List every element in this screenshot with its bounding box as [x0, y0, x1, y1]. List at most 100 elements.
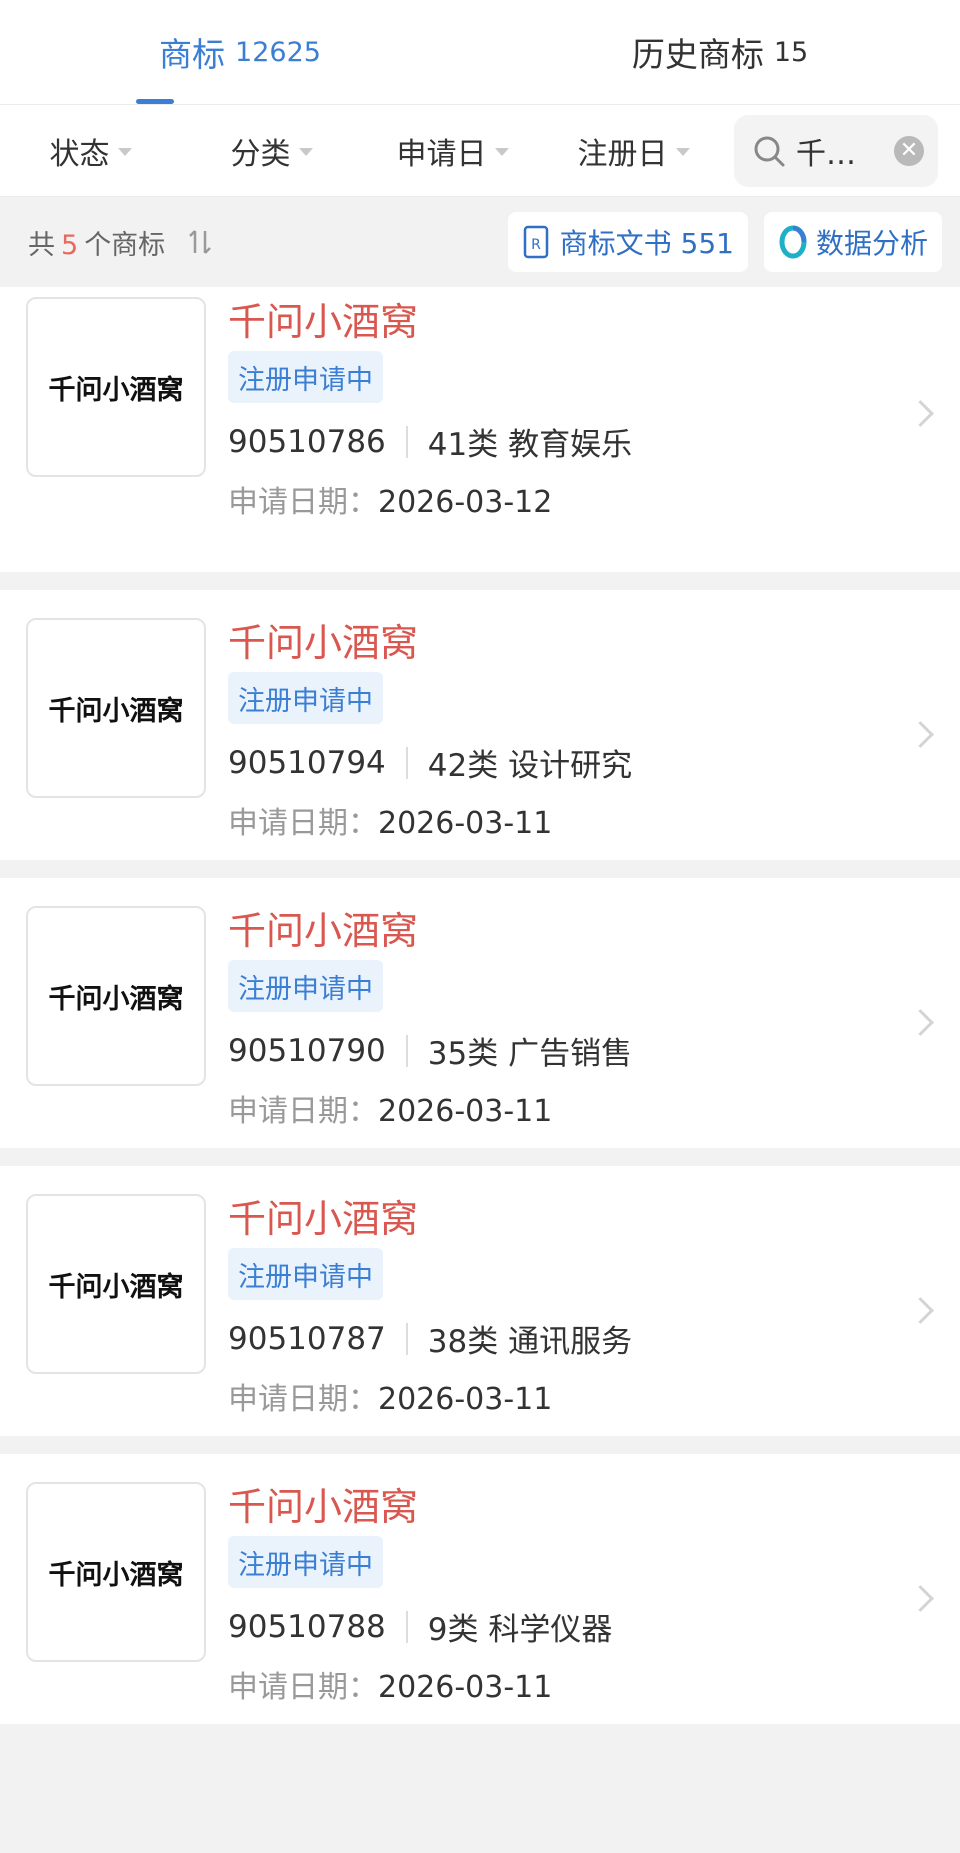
trademark-thumbnail: 千问小酒窝 [26, 297, 206, 477]
trademark-meta: 90510794 42类 设计研究 [228, 740, 632, 785]
svg-text:R: R [531, 237, 541, 253]
search-input[interactable]: 千… ✕ [734, 114, 938, 187]
date-label: 申请日期： [228, 806, 378, 841]
registration-number: 90510794 [228, 744, 386, 781]
chevron-right-icon [907, 1009, 934, 1036]
trademark-card[interactable]: 千问小酒窝 千问小酒窝 注册申请中 90510786 41类 教育娱乐 申请日期：2026… [0, 287, 960, 572]
trademark-name: 千问小酒窝 [228, 1485, 419, 1529]
caret-down-icon [298, 147, 313, 156]
result-count: 5 [61, 229, 79, 261]
tab-label: 商标 [159, 35, 226, 74]
chevron-right-icon [907, 721, 934, 748]
status-badge: 注册申请中 [228, 672, 383, 724]
trademark-meta: 90510790 35类 广告销售 [228, 1028, 632, 1073]
divider [405, 1322, 408, 1355]
caret-down-icon [494, 147, 509, 156]
trademark-meta: 90510788 9类 科学仪器 [228, 1604, 612, 1649]
registration-number: 90510790 [228, 1032, 386, 1069]
tab-label: 历史商标 [631, 35, 764, 74]
tab-trademarks[interactable]: 商标 12625 [0, 0, 480, 104]
date-label: 申请日期： [228, 485, 378, 520]
registration-number: 90510788 [228, 1608, 386, 1645]
status-badge: 注册申请中 [228, 960, 383, 1012]
trademark-class: 42类 设计研究 [427, 748, 633, 784]
analysis-icon [779, 225, 807, 259]
trademark-card[interactable]: 千问小酒窝 千问小酒窝 注册申请中 90510787 38类 通讯服务 申请日期：2026… [0, 1166, 960, 1436]
date-value: 2026-03-11 [378, 1094, 553, 1129]
date-value: 2026-03-11 [378, 806, 553, 841]
trademark-class: 41类 教育娱乐 [427, 427, 633, 463]
status-badge: 注册申请中 [228, 1248, 383, 1300]
active-tab-indicator [136, 99, 174, 104]
application-date: 申请日期：2026-03-11 [228, 1374, 552, 1418]
summary-suffix: 个商标 [84, 229, 166, 261]
chevron-right-icon [907, 1585, 934, 1612]
application-date: 申请日期：2026-03-12 [228, 477, 552, 521]
filter-label: 注册日 [577, 136, 668, 172]
chevron-right-icon [907, 400, 934, 427]
status-badge: 注册申请中 [228, 1536, 383, 1588]
filter-status[interactable]: 状态 [0, 129, 181, 173]
registration-number: 90510787 [228, 1320, 386, 1357]
caret-down-icon [675, 147, 690, 156]
search-icon [754, 136, 785, 166]
divider [405, 1034, 408, 1067]
thumbnail-text: 千问小酒窝 [48, 983, 184, 1015]
application-date: 申请日期：2026-03-11 [228, 1662, 552, 1706]
chevron-right-icon [907, 1297, 934, 1324]
search-value: 千… [796, 136, 856, 172]
thumbnail-text: 千问小酒窝 [48, 695, 184, 727]
clear-icon[interactable]: ✕ [894, 135, 924, 166]
trademark-documents-button[interactable]: R 商标文书 551 [507, 212, 748, 272]
date-value: 2026-03-11 [378, 1382, 553, 1417]
trademark-meta: 90510787 38类 通讯服务 [228, 1316, 632, 1361]
trademark-documents-label: 商标文书 551 [559, 227, 734, 260]
registration-number: 90510786 [228, 423, 386, 460]
filter-label: 状态 [49, 136, 110, 172]
trademark-class: 35类 广告销售 [427, 1036, 633, 1072]
trademark-thumbnail: 千问小酒窝 [26, 906, 206, 1086]
tab-count: 15 [773, 36, 809, 68]
summary-prefix: 共 [28, 229, 55, 261]
filter-bar: 状态 分类 申请日 注册日 千… ✕ [0, 105, 960, 197]
trademark-card[interactable]: 千问小酒窝 千问小酒窝 注册申请中 90510794 42类 设计研究 申请日期：2026… [0, 590, 960, 860]
data-analysis-button[interactable]: 数据分析 [763, 212, 942, 272]
filter-class[interactable]: 分类 [181, 129, 362, 173]
application-date: 申请日期：2026-03-11 [228, 1086, 552, 1130]
tab-bar: 商标 12625 历史商标 15 [0, 0, 960, 105]
tab-count: 12625 [235, 36, 321, 68]
trademark-meta: 90510786 41类 教育娱乐 [228, 419, 632, 464]
date-value: 2026-03-11 [378, 1670, 553, 1705]
trademark-thumbnail: 千问小酒窝 [26, 1194, 206, 1374]
trademark-card[interactable]: 千问小酒窝 千问小酒窝 注册申请中 90510788 9类 科学仪器 申请日期：2026-… [0, 1454, 960, 1724]
date-label: 申请日期： [228, 1094, 378, 1129]
trademark-class: 9类 科学仪器 [427, 1612, 613, 1648]
trademark-name: 千问小酒窝 [228, 300, 419, 344]
result-count-text: 共 5 个商标 [28, 223, 165, 262]
date-label: 申请日期： [228, 1382, 378, 1417]
trademark-name: 千问小酒窝 [228, 909, 419, 953]
filter-application-date[interactable]: 申请日 [362, 129, 543, 173]
data-analysis-label: 数据分析 [815, 227, 928, 260]
trademark-card[interactable]: 千问小酒窝 千问小酒窝 注册申请中 90510790 35类 广告销售 申请日期：2026… [0, 878, 960, 1148]
filter-label: 申请日 [396, 136, 487, 172]
thumbnail-text: 千问小酒窝 [48, 1271, 184, 1303]
caret-down-icon [117, 147, 132, 156]
status-badge: 注册申请中 [228, 351, 383, 403]
divider [405, 425, 408, 458]
divider [405, 746, 408, 779]
trademark-list: 千问小酒窝 千问小酒窝 注册申请中 90510786 41类 教育娱乐 申请日期：2026… [0, 287, 960, 1724]
sort-icon[interactable] [185, 227, 215, 257]
tab-history-trademarks[interactable]: 历史商标 15 [480, 0, 960, 104]
trademark-thumbnail: 千问小酒窝 [26, 1482, 206, 1662]
divider [405, 1610, 408, 1643]
thumbnail-text: 千问小酒窝 [48, 1559, 184, 1591]
document-icon: R [523, 225, 548, 259]
filter-registration-date[interactable]: 注册日 [543, 129, 724, 173]
result-summary: 共 5 个商标 R 商标文书 551 数据分析 [0, 197, 960, 287]
filter-label: 分类 [230, 136, 291, 172]
trademark-thumbnail: 千问小酒窝 [26, 618, 206, 798]
application-date: 申请日期：2026-03-11 [228, 798, 552, 842]
trademark-name: 千问小酒窝 [228, 1197, 419, 1241]
trademark-class: 38类 通讯服务 [427, 1324, 633, 1360]
